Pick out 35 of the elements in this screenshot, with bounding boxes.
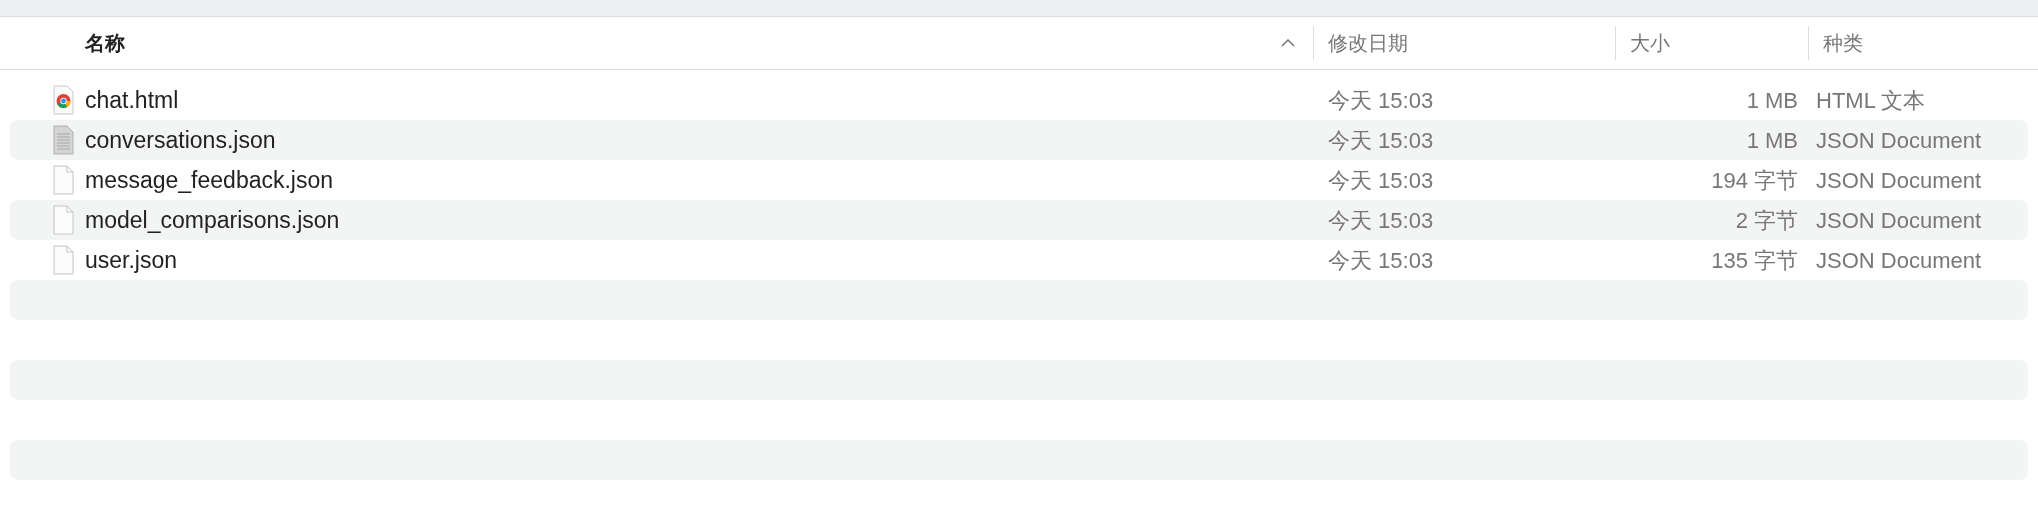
file-name: chat.html	[85, 85, 179, 115]
modified-date: 今天 15:03	[1328, 127, 1434, 153]
column-header[interactable]: 大小	[1630, 28, 1670, 58]
file-kind: JSON Document	[1816, 247, 1982, 273]
modified-date: 今天 15:03	[1328, 167, 1434, 193]
column-header[interactable]: 修改日期	[1328, 28, 1408, 58]
file-kind: JSON Document	[1816, 167, 1982, 193]
modified-date: 今天 15:03	[1328, 207, 1434, 233]
file-row[interactable]: conversations.json 今天 15:03 1 MB JSON Document	[10, 120, 2028, 160]
file-name: user.json	[85, 245, 178, 275]
file-name: model_comparisons.json	[85, 205, 340, 235]
column-header[interactable]: 种类	[1823, 28, 1863, 58]
file-row[interactable]: model_comparisons.json 今天 15:03 2 字节 JSON Document	[10, 200, 2028, 240]
file-size: 1 MB	[1746, 126, 1798, 155]
text-document-icon	[52, 124, 76, 156]
file-kind: JSON Document	[1816, 207, 1982, 233]
file-kind: HTML 文本	[1816, 87, 1926, 113]
file-name: conversations.json	[85, 125, 276, 155]
browser-document-icon	[52, 84, 76, 116]
document-icon	[52, 244, 76, 276]
file-size: 1 MB	[1746, 86, 1798, 115]
file-name: message_feedback.json	[85, 165, 334, 195]
file-size: 135 字节	[1711, 246, 1798, 275]
column-header[interactable]: 名称	[85, 28, 125, 58]
chevron-up-icon	[1281, 39, 1295, 47]
document-icon	[52, 204, 76, 236]
file-kind: JSON Document	[1816, 127, 1982, 153]
file-size: 2 字节	[1735, 206, 1798, 235]
modified-date: 今天 15:03	[1328, 87, 1434, 113]
modified-date: 今天 15:03	[1328, 247, 1434, 273]
document-icon	[52, 164, 76, 196]
file-row[interactable]: chat.html 今天 15:03 1 MB HTML 文本	[10, 80, 2028, 120]
file-row[interactable]: user.json 今天 15:03 135 字节 JSON Document	[10, 240, 2028, 280]
file-row[interactable]: message_feedback.json 今天 15:03 194 字节 JSON Document	[10, 160, 2028, 200]
file-size: 194 字节	[1711, 166, 1798, 195]
